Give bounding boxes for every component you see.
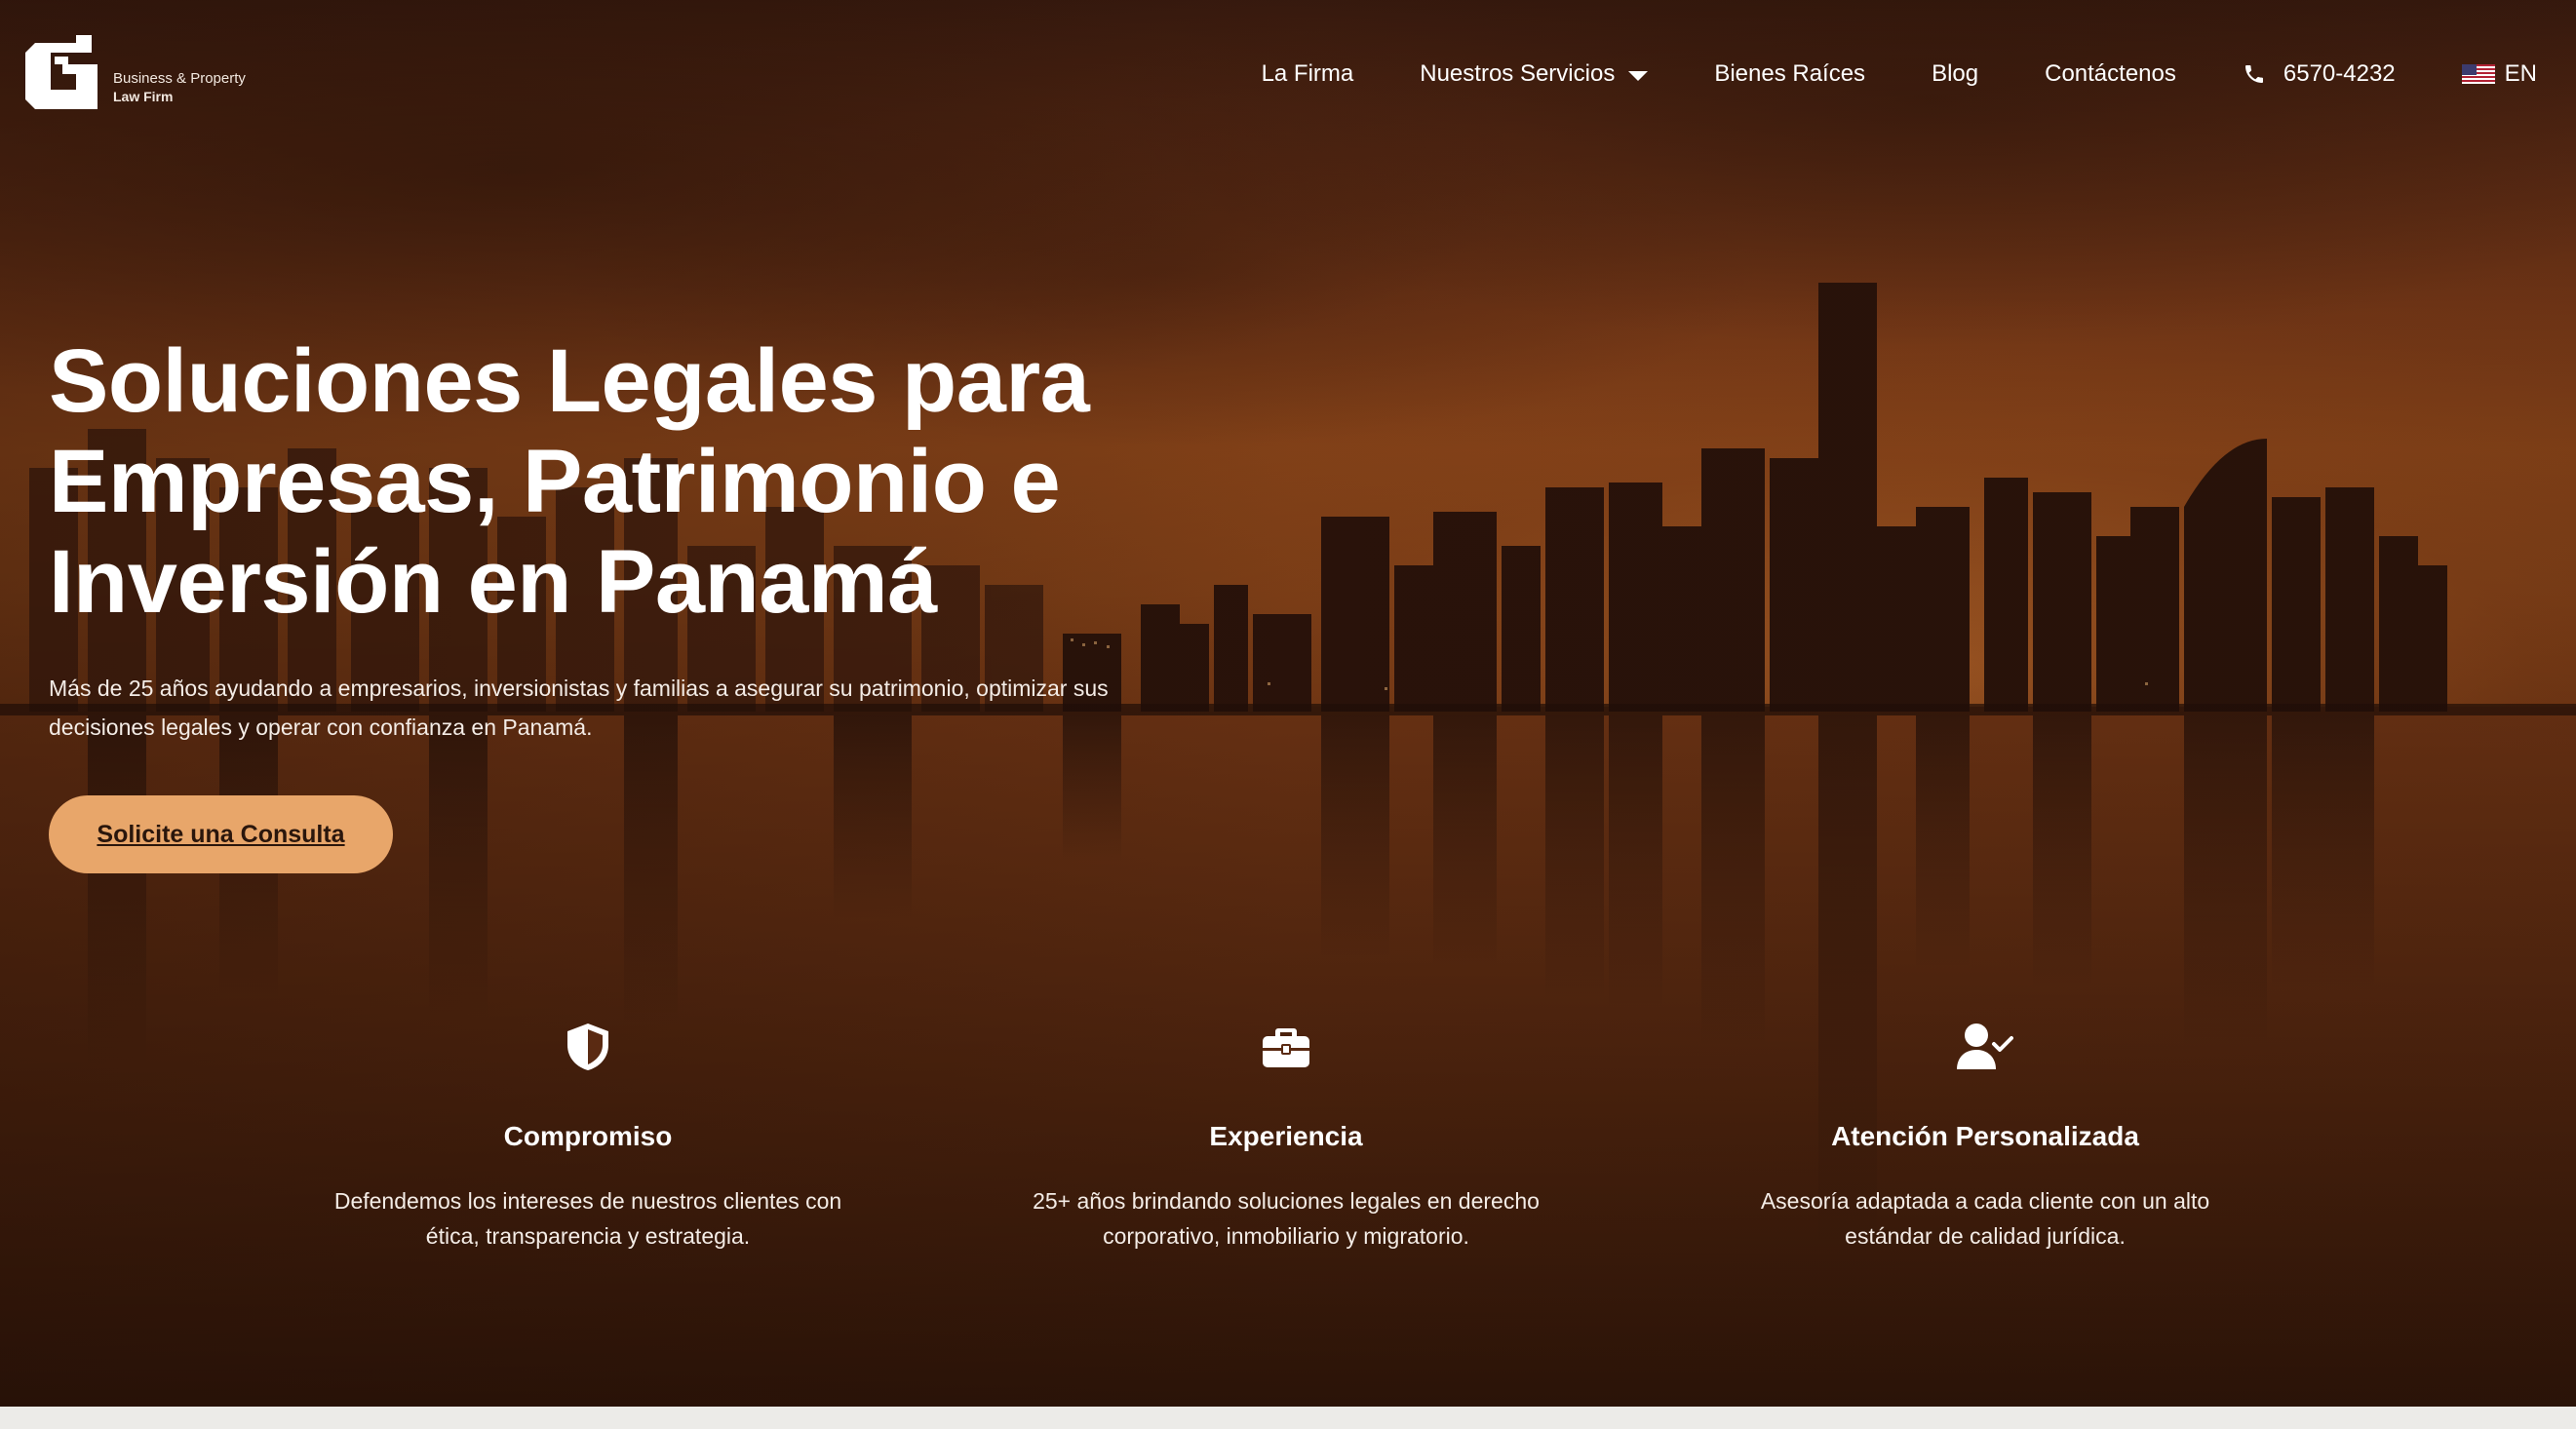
nav-menu: La Firma Nuestros Servicios Bienes Raíce… [1262,60,2537,88]
shield-icon [286,1020,890,1074]
feature-description: Asesoría adaptada a cada cliente con un … [1683,1183,2287,1254]
brand-tagline-line1: Business & Property [113,69,246,87]
feature-description-line2: estándar de calidad jurídica. [1845,1223,2126,1249]
briefcase-icon [984,1020,1588,1074]
language-label: EN [2504,60,2537,87]
chevron-down-icon [1628,71,1649,81]
nav-link-la-firma[interactable]: La Firma [1262,60,1354,88]
nav-link-nuestros-servicios-label: Nuestros Servicios [1420,60,1616,87]
feature-description-line2: corporativo, inmobiliario y migratorio. [1103,1223,1469,1249]
feature-description-line2: ética, transparencia y estrategia. [425,1223,751,1249]
feature-experiencia: Experiencia 25+ años brindando solucione… [984,1020,1588,1254]
feature-title: Compromiso [503,1121,673,1151]
brand-logo[interactable]: Business & Property Law Firm [25,35,246,109]
feature-description: 25+ años brindando soluciones legales en… [984,1183,1588,1254]
hero-subtext-line2: decisiones legales y operar con confianz… [49,714,593,740]
user-check-icon [1683,1020,2287,1074]
feature-description: Defendemos los intereses de nuestros cli… [286,1183,890,1254]
feature-title: Atención Personalizada [1831,1121,2139,1151]
feature-atencion-personalizada: Atención Personalizada Asesoría adaptada… [1683,1020,2287,1254]
feature-title: Experiencia [1209,1121,1363,1151]
hero-subtext: Más de 25 años ayudando a empresarios, i… [49,669,1160,747]
phone-number: 6570-4232 [2283,60,2396,87]
language-switcher[interactable]: EN [2461,60,2537,88]
nav-link-blog[interactable]: Blog [1932,60,1978,88]
hero-headline: Soluciones Legales para Empresas, Patrim… [49,331,1121,633]
feature-description-line1: 25+ años brindando soluciones legales en… [1033,1188,1540,1214]
phone-icon [2243,62,2266,86]
hero-headline-line3: Inversión en Panamá [49,532,937,632]
brand-tagline: Business & Property Law Firm [113,70,246,105]
nav-link-contactenos[interactable]: Contáctenos [2045,60,2176,88]
feature-description-line1: Asesoría adaptada a cada cliente con un … [1760,1188,2210,1214]
nav-link-bienes-raices[interactable]: Bienes Raíces [1714,60,1865,88]
hero-headline-line2: Empresas, Patrimonio e [49,432,1061,531]
page-bottom-strip [0,1407,2576,1429]
hero-subtext-line1: Más de 25 años ayudando a empresarios, i… [49,676,1109,701]
top-navigation: Business & Property Law Firm La Firma Nu… [0,0,2576,156]
firm-monogram-logo [25,35,98,109]
feature-compromiso: Compromiso Defendemos los intereses de n… [286,1020,890,1254]
feature-description-line1: Defendemos los intereses de nuestros cli… [333,1188,842,1214]
us-flag-icon [2461,64,2495,84]
request-consultation-button[interactable]: Solicite una Consulta [49,795,393,873]
brand-tagline-line2: Law Firm [113,88,174,104]
nav-phone-link[interactable]: 6570-4232 [2243,60,2396,88]
nav-link-nuestros-servicios[interactable]: Nuestros Servicios [1420,60,1649,88]
hero-headline-line1: Soluciones Legales para [49,331,1090,431]
